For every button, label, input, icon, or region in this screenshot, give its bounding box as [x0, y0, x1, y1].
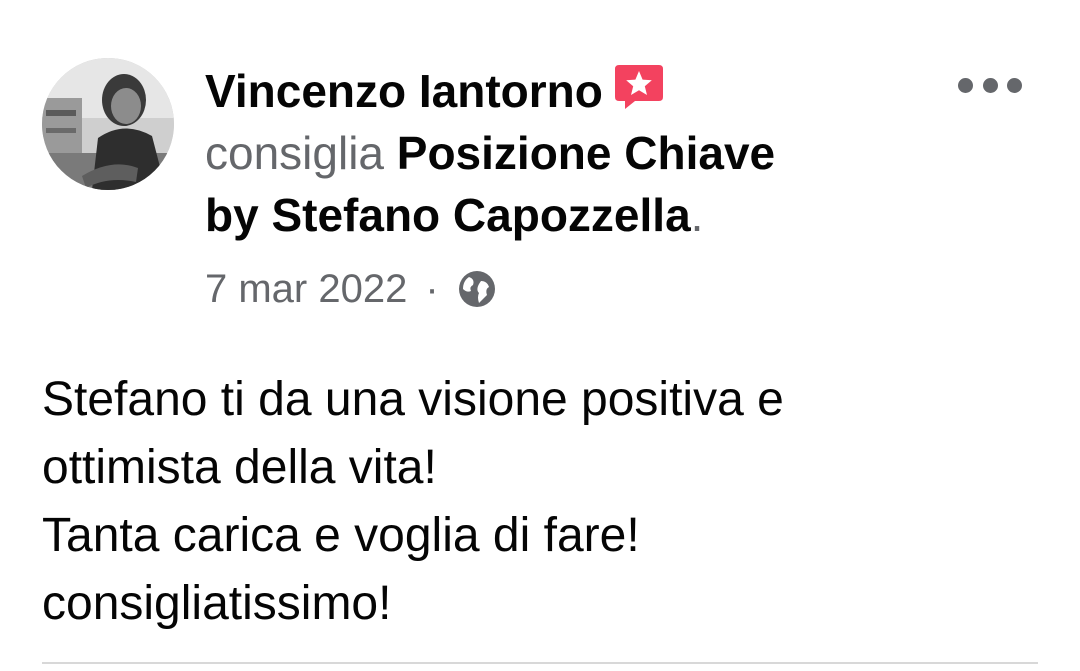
body-line: Stefano ti da una visione positiva e [42, 373, 784, 426]
more-dot [982, 77, 998, 93]
review-post: Vincenzo Iantorno consiglia Posizione Ch… [0, 0, 1080, 671]
more-options-icon[interactable] [958, 68, 1022, 102]
globe-icon[interactable] [457, 269, 497, 309]
post-date[interactable]: 7 mar 2022 [205, 264, 407, 314]
page-name-line1[interactable]: Posizione Chiave [397, 127, 775, 179]
body-line: consigliatissimo! [42, 577, 392, 630]
avatar[interactable] [42, 58, 174, 190]
action-verb: consiglia [205, 127, 384, 179]
divider [42, 662, 1038, 664]
page-name-line2[interactable]: by Stefano Capozzella [205, 189, 691, 241]
post-header: Vincenzo Iantorno consiglia Posizione Ch… [205, 60, 905, 246]
body-line: Tanta carica e voglia di fare! [42, 509, 640, 562]
author-name[interactable]: Vincenzo Iantorno [205, 65, 603, 117]
more-dot [1007, 77, 1022, 93]
recommend-star-icon [613, 61, 665, 113]
post-meta: 7 mar 2022 · [205, 264, 497, 314]
post-body: Stefano ti da una visione positiva e ott… [42, 366, 1042, 638]
sentence-period: . [690, 189, 704, 241]
avatar-photo [42, 58, 174, 190]
more-dot [958, 77, 973, 93]
meta-separator: · [425, 267, 439, 311]
body-line: ottimista della vita! [42, 441, 437, 494]
